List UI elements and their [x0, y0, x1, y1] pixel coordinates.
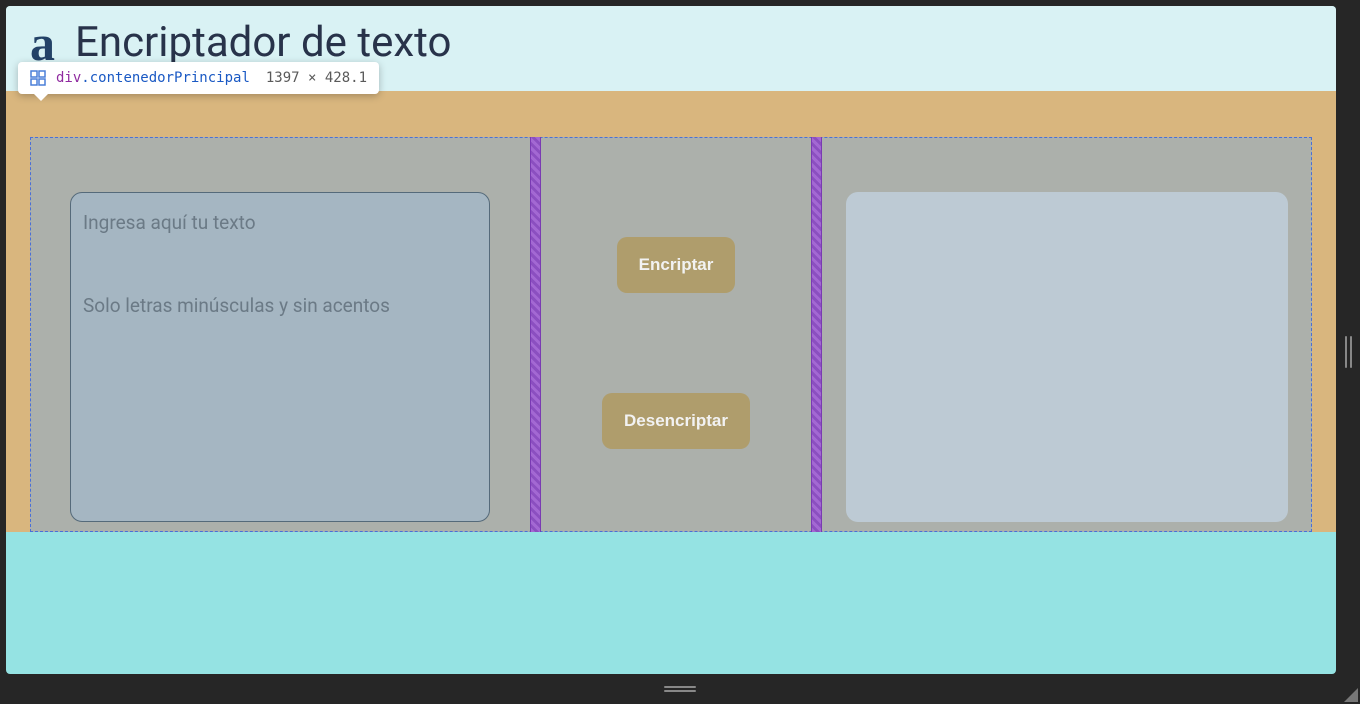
buttons-column: Encriptar Desencriptar	[541, 137, 811, 532]
output-column	[822, 137, 1312, 532]
app-viewport: a Encriptador de texto div.contenedorPri…	[6, 6, 1336, 674]
devtools-tag: div	[56, 70, 81, 86]
vertical-divider	[530, 137, 541, 532]
devtools-corner-resize-handle[interactable]	[1344, 688, 1358, 702]
contenedor-principal: Ingresa aquí tu texto Solo letras minúsc…	[30, 137, 1312, 532]
devtools-element-tooltip: div.contenedorPrincipal 1397 × 428.1	[18, 62, 379, 94]
devtools-selector: div.contenedorPrincipal	[56, 70, 250, 86]
input-placeholder: Ingresa aquí tu texto	[83, 211, 477, 234]
page-title: Encriptador de texto	[75, 18, 451, 67]
decrypt-button[interactable]: Desencriptar	[602, 393, 750, 449]
devtools-right-resize-handle[interactable]	[1342, 336, 1354, 368]
devtools-bottom-resize-handle[interactable]	[664, 686, 696, 692]
input-textarea[interactable]: Ingresa aquí tu texto Solo letras minúsc…	[70, 192, 490, 522]
devtools-dimensions: 1397 × 428.1	[266, 70, 367, 86]
grid-icon	[30, 70, 46, 86]
input-column: Ingresa aquí tu texto Solo letras minúsc…	[30, 137, 530, 532]
logo-icon: a	[30, 28, 55, 58]
encrypt-button[interactable]: Encriptar	[617, 237, 736, 293]
input-hint: Solo letras minúsculas y sin acentos	[83, 294, 477, 317]
main-band: Ingresa aquí tu texto Solo letras minúsc…	[6, 91, 1336, 532]
output-panel	[846, 192, 1288, 522]
devtools-class: .contenedorPrincipal	[81, 70, 250, 86]
vertical-divider	[811, 137, 822, 532]
